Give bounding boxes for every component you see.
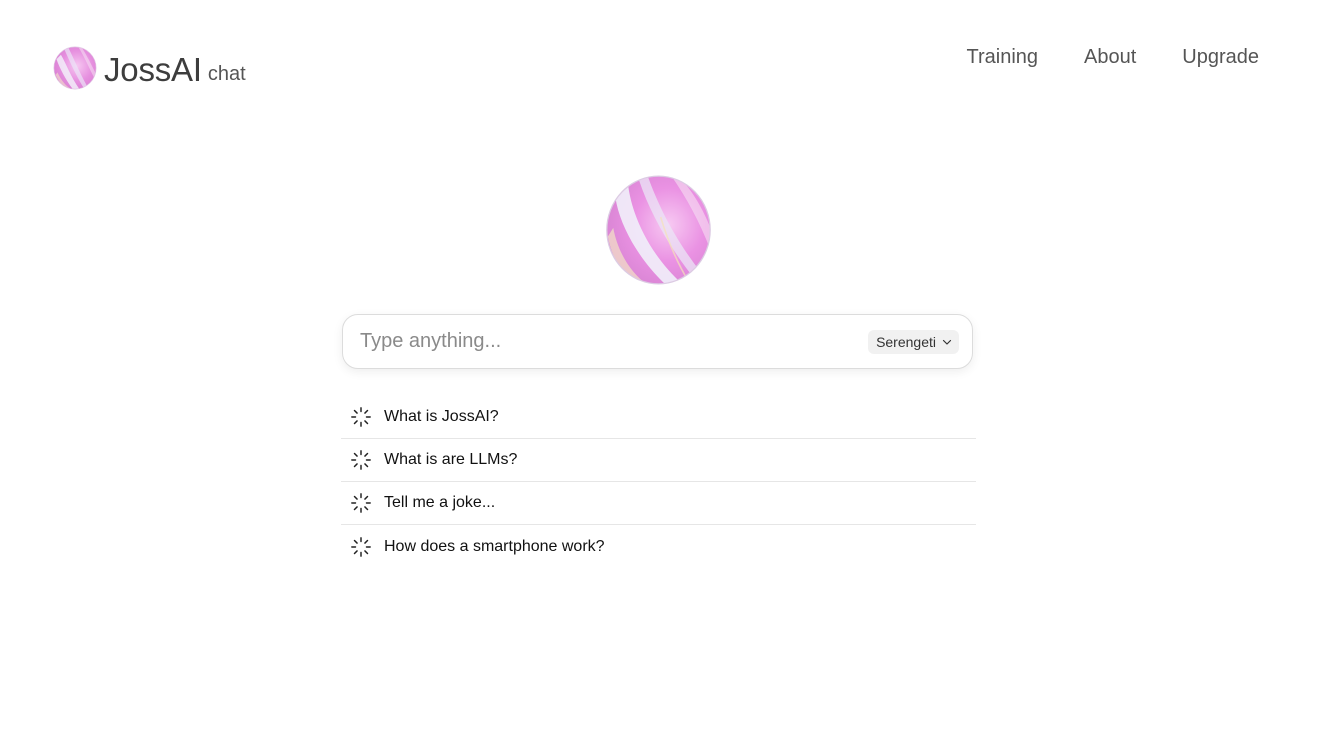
page: JossAI chat Training About Upgrade Type …: [0, 0, 1317, 741]
model-select[interactable]: Serengeti: [868, 329, 959, 354]
logo-orb-icon: [53, 46, 97, 90]
brand-suffix: chat: [207, 63, 246, 85]
suggestion-item[interactable]: Tell me a joke...: [341, 482, 976, 525]
top-nav: Training About Upgrade: [967, 44, 1260, 70]
chat-input-box: Serengeti: [342, 314, 973, 369]
chevron-down-icon: [942, 337, 952, 347]
model-select-value: Serengeti: [876, 333, 936, 350]
suggestion-label: How does a smartphone work?: [384, 537, 605, 555]
nav-training-link[interactable]: Training: [967, 44, 1039, 70]
spinner-icon: [351, 536, 371, 557]
suggestion-label: Tell me a joke...: [384, 494, 496, 511]
suggestion-item[interactable]: How does a smartphone work?: [341, 525, 976, 568]
spinner-icon: [351, 407, 371, 427]
chat-input[interactable]: [343, 314, 869, 369]
suggestion-label: What is JossAI?: [384, 408, 499, 425]
nav-about-link[interactable]: About: [1084, 44, 1136, 70]
spinner-icon: [351, 450, 371, 470]
suggestion-label: What is are LLMs?: [384, 451, 518, 468]
hero-orb-icon: [606, 175, 711, 285]
suggestion-item[interactable]: What is are LLMs?: [341, 439, 976, 482]
nav-upgrade-link[interactable]: Upgrade: [1182, 44, 1259, 70]
suggestion-item[interactable]: What is JossAI?: [341, 396, 976, 439]
spinner-icon: [351, 493, 371, 513]
brand-home-link[interactable]: JossAI chat: [53, 46, 246, 90]
brand-name: JossAI: [104, 50, 202, 88]
suggestion-list: What is JossAI? What is are LLMs? Tell m…: [341, 396, 976, 568]
